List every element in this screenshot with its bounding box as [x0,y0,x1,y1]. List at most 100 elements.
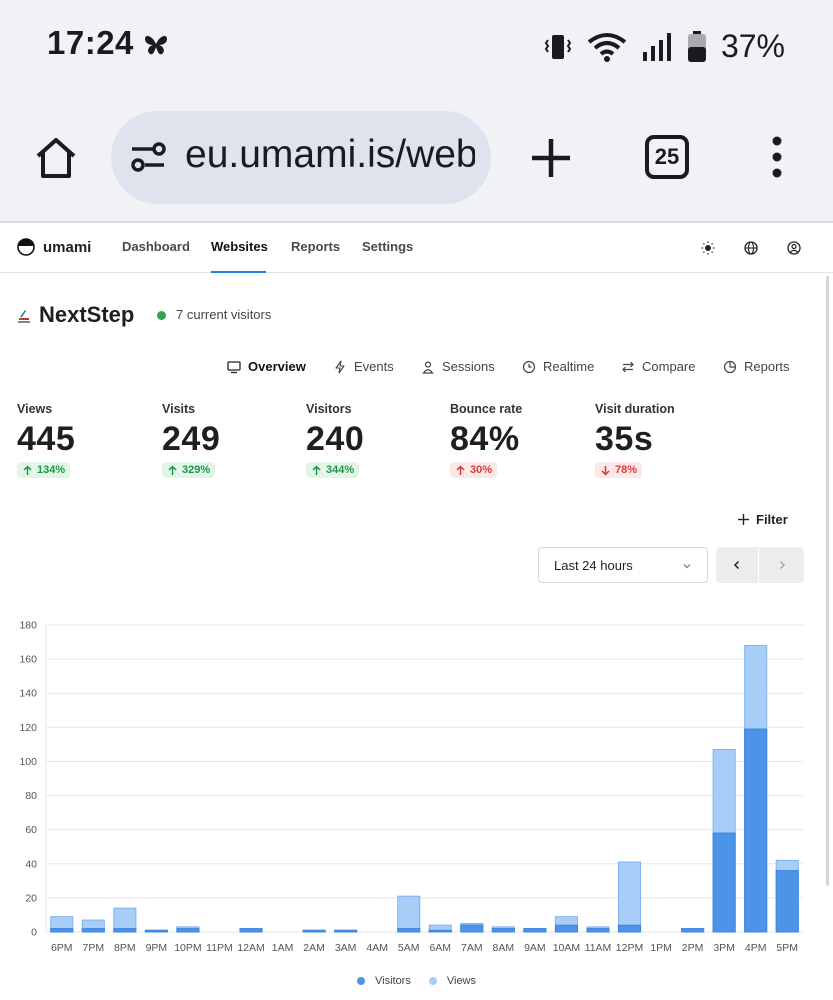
arrow-up-icon [312,464,321,475]
tab-sessions-label: Sessions [442,359,495,374]
metric-change-value: 344% [326,464,355,476]
active-nav-indicator [211,271,266,273]
x-tick-label: 1PM [650,942,672,954]
tab-events-label: Events [354,359,394,374]
bar-visitors [81,928,105,933]
nav-reports[interactable]: Reports [291,239,340,254]
bar-visitors [681,928,705,933]
brand-name: umami [43,238,92,256]
y-tick-label: 0 [31,927,37,939]
metric-value: 35s [595,420,654,458]
chevron-left-icon [733,560,740,570]
home-icon[interactable] [32,134,80,182]
y-tick-label: 180 [19,620,37,632]
filter-button[interactable]: Filter [737,512,788,527]
x-tick-label: 12PM [616,942,643,954]
tab-switcher-button[interactable]: 25 [645,135,689,179]
bar-visitors [491,928,515,933]
x-tick-label: 9AM [524,942,546,954]
x-tick-label: 6AM [429,942,451,954]
bar-visitors [617,924,642,933]
metric-value: 240 [306,420,365,458]
x-tick-label: 1AM [272,942,294,954]
tab-reports[interactable]: Reports [723,359,790,374]
x-tick-label: 10PM [174,942,201,954]
page-scrollbar[interactable] [826,276,829,886]
metric-change-value: 134% [37,464,66,476]
monitor-icon [227,360,241,373]
language-globe-icon[interactable] [743,240,759,256]
bar-visitors [586,928,610,933]
x-tick-label: 4PM [745,942,767,954]
logo[interactable]: umami [17,238,91,256]
tab-realtime[interactable]: Realtime [522,359,594,374]
legend-visitors[interactable]: Visitors [356,975,411,987]
previous-period-button[interactable] [716,547,759,583]
metric-visitors: Visitors 240 344% [306,402,446,481]
x-tick-label: 4AM [366,942,388,954]
x-tick-label: 10AM [553,942,580,954]
nav-settings[interactable]: Settings [362,239,413,254]
arrow-down-icon [601,465,610,476]
legend-views-label: Views [446,975,477,987]
metric-change-badge: 30% [450,462,498,478]
more-menu-icon[interactable] [770,136,784,178]
bar-views [397,895,421,933]
x-tick-label: 8PM [114,942,136,954]
metric-change-value: 30% [470,464,493,476]
bar-visitors [775,870,799,933]
bar-visitors [239,928,263,933]
metric-change-value: 78% [615,464,638,476]
metric-visits: Visits 249 329% [162,402,302,481]
tab-overview[interactable]: Overview [227,359,306,374]
profile-icon[interactable] [786,240,802,256]
user-icon [422,360,434,374]
x-tick-label: 12AM [237,942,264,954]
tab-events[interactable]: Events [333,359,394,374]
status-time: 17:24 [47,24,134,61]
y-tick-label: 120 [19,722,37,734]
y-tick-label: 60 [25,824,37,836]
website-name: NextStep [39,302,135,327]
url-text[interactable]: eu.umami.is/webs [185,133,475,177]
nav-websites[interactable]: Websites [211,239,268,254]
legend-views[interactable]: Views [428,975,477,987]
live-indicator [157,311,166,320]
theme-toggle-icon[interactable] [700,240,716,256]
new-tab-icon[interactable] [530,137,572,179]
metric-views: Views 445 134% [17,402,157,481]
status-bar: 17:24 37% [0,0,833,90]
y-tick-label: 40 [25,858,37,870]
site-settings-icon[interactable] [129,138,167,176]
x-tick-label: 9PM [146,942,168,954]
app-navbar: umami Dashboard Websites Reports Setting… [0,224,833,273]
filter-label: Filter [756,512,788,527]
x-tick-label: 3AM [335,942,357,954]
battery-icon [687,30,706,62]
tab-compare[interactable]: Compare [621,359,695,374]
metric-change-badge: 134% [17,462,71,478]
umami-logo-icon [17,238,35,256]
next-period-button[interactable] [760,547,804,583]
bar-visitors [302,929,326,933]
date-range-select[interactable]: Last 24 hours [538,547,708,583]
metric-change-badge: 344% [306,462,360,478]
legend-views-dot [428,977,437,985]
tab-sessions[interactable]: Sessions [421,359,495,374]
bar-visitors [523,928,547,933]
address-bar[interactable]: eu.umami.is/webs [111,111,491,204]
battery-percent: 37% [720,28,785,64]
site-favicon-icon [18,310,30,323]
chart-legend: Visitors Views [0,975,833,987]
nav-dashboard[interactable]: Dashboard [122,239,190,254]
metric-value: 445 [17,420,76,458]
current-visitors[interactable]: 7 current visitors [176,307,271,322]
signal-icon [642,32,671,61]
bar-visitors [712,832,736,933]
metric-change-value: 329% [182,464,211,476]
x-tick-label: 7PM [83,942,105,954]
tab-overview-label: Overview [248,359,306,374]
metric-visit-duration: Visit duration 35s 78% [595,402,735,481]
bar-visitors [554,924,578,933]
bar-visitors [334,929,358,933]
